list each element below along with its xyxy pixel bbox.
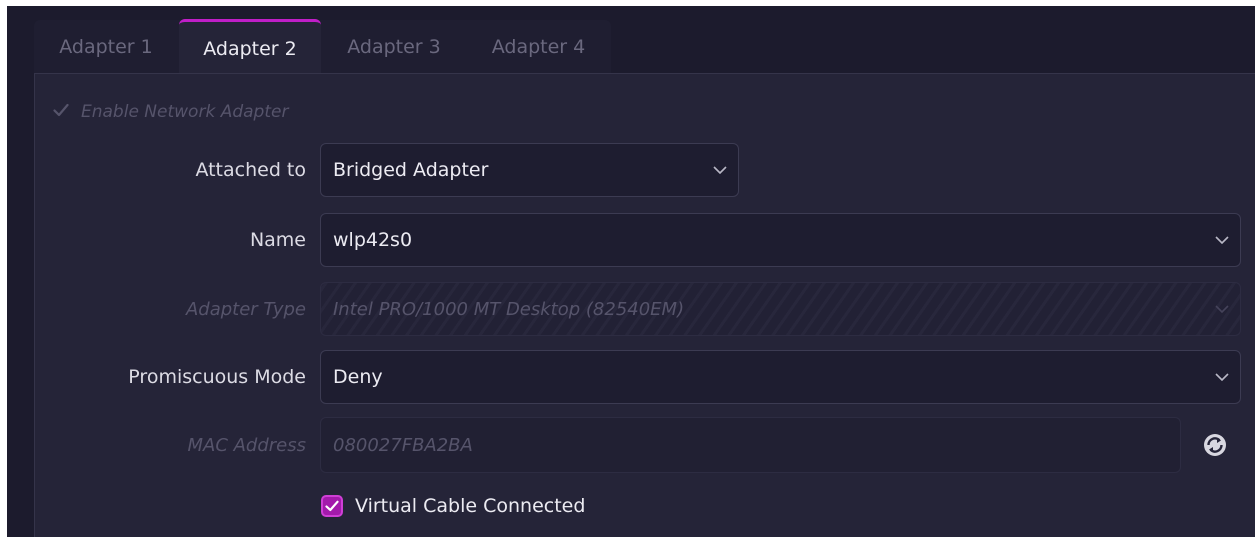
refresh-mac-icon[interactable] bbox=[1200, 430, 1230, 460]
tab-label: Adapter 2 bbox=[203, 37, 297, 60]
virtual-cable-connected-checkbox[interactable]: Virtual Cable Connected bbox=[321, 490, 585, 522]
check-icon bbox=[321, 495, 343, 517]
enable-network-adapter-checkbox[interactable]: Enable Network Adapter bbox=[53, 96, 288, 128]
name-value: wlp42s0 bbox=[333, 229, 413, 251]
name-select[interactable]: wlp42s0 bbox=[320, 213, 1241, 267]
chevron-down-icon bbox=[702, 166, 738, 174]
tab-label: Adapter 4 bbox=[491, 36, 586, 58]
check-icon bbox=[53, 102, 69, 122]
attached-to-select[interactable]: Bridged Adapter bbox=[320, 143, 739, 197]
chevron-down-icon bbox=[1204, 305, 1240, 313]
chevron-down-icon bbox=[1204, 373, 1240, 381]
virtual-cable-connected-label: Virtual Cable Connected bbox=[355, 495, 586, 517]
tab-adapter-4[interactable]: Adapter 4 bbox=[466, 20, 611, 74]
adapter-type-label: Adapter Type bbox=[185, 298, 306, 320]
tab-label: Adapter 1 bbox=[59, 36, 153, 58]
tab-adapter-2[interactable]: Adapter 2 bbox=[179, 19, 321, 75]
adapter-type-select[interactable]: Intel PRO/1000 MT Desktop (82540EM) bbox=[320, 282, 1241, 336]
tab-adapter-3[interactable]: Adapter 3 bbox=[322, 20, 466, 74]
adapter-type-value: Intel PRO/1000 MT Desktop (82540EM) bbox=[333, 298, 685, 320]
chevron-down-icon bbox=[1204, 236, 1240, 244]
mac-address-value: 080027FBA2BA bbox=[333, 434, 473, 456]
tab-label: Adapter 3 bbox=[347, 36, 441, 58]
tab-adapter-1[interactable]: Adapter 1 bbox=[34, 20, 178, 74]
name-label: Name bbox=[249, 229, 306, 251]
mac-address-label: MAC Address bbox=[187, 434, 306, 456]
mac-address-input[interactable]: 080027FBA2BA bbox=[320, 417, 1181, 473]
promiscuous-mode-select[interactable]: Deny bbox=[320, 350, 1241, 404]
promiscuous-mode-label: Promiscuous Mode bbox=[128, 366, 306, 388]
enable-network-adapter-label: Enable Network Adapter bbox=[81, 102, 289, 122]
attached-to-label: Attached to bbox=[195, 159, 306, 181]
attached-to-value: Bridged Adapter bbox=[333, 159, 489, 181]
promiscuous-mode-value: Deny bbox=[333, 366, 383, 388]
